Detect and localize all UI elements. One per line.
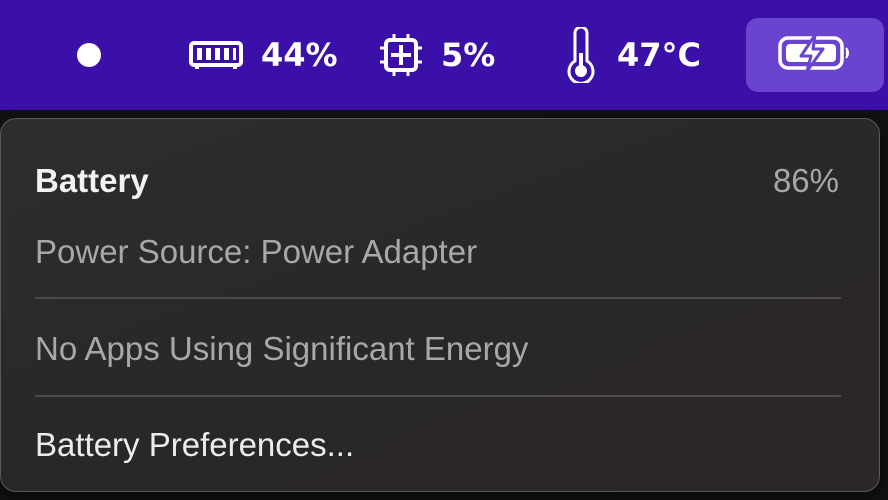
status-dot-icon[interactable] bbox=[76, 0, 102, 110]
battery-dropdown-menu: Battery 86% Power Source: Power Adapter … bbox=[0, 118, 880, 492]
battery-title: Battery bbox=[35, 162, 149, 199]
memory-status-item[interactable]: 44% bbox=[189, 0, 338, 110]
temperature-value: 47°C bbox=[617, 36, 702, 74]
temperature-status-item[interactable]: 47°C bbox=[563, 0, 701, 110]
cpu-status-item[interactable]: 5% bbox=[379, 0, 495, 110]
battery-preferences-menu-item[interactable]: Battery Preferences... bbox=[35, 425, 839, 465]
battery-charging-icon bbox=[777, 33, 853, 78]
battery-percentage: 86% bbox=[772, 162, 839, 199]
cpu-usage-value: 5% bbox=[441, 36, 496, 74]
battery-menu-button[interactable] bbox=[746, 18, 884, 92]
power-source-label: Power Source: Power Adapter bbox=[35, 233, 478, 270]
energy-usage-label: No Apps Using Significant Energy bbox=[35, 330, 529, 367]
menu-bar: 44% 5% 47°C bbox=[0, 0, 888, 110]
memory-chip-icon bbox=[189, 40, 243, 70]
menu-divider bbox=[35, 395, 841, 397]
thermometer-icon bbox=[563, 27, 599, 83]
menu-divider bbox=[35, 297, 841, 299]
battery-header: Battery 86% bbox=[35, 161, 839, 201]
cpu-icon bbox=[379, 33, 423, 77]
memory-usage-value: 44% bbox=[261, 36, 338, 74]
